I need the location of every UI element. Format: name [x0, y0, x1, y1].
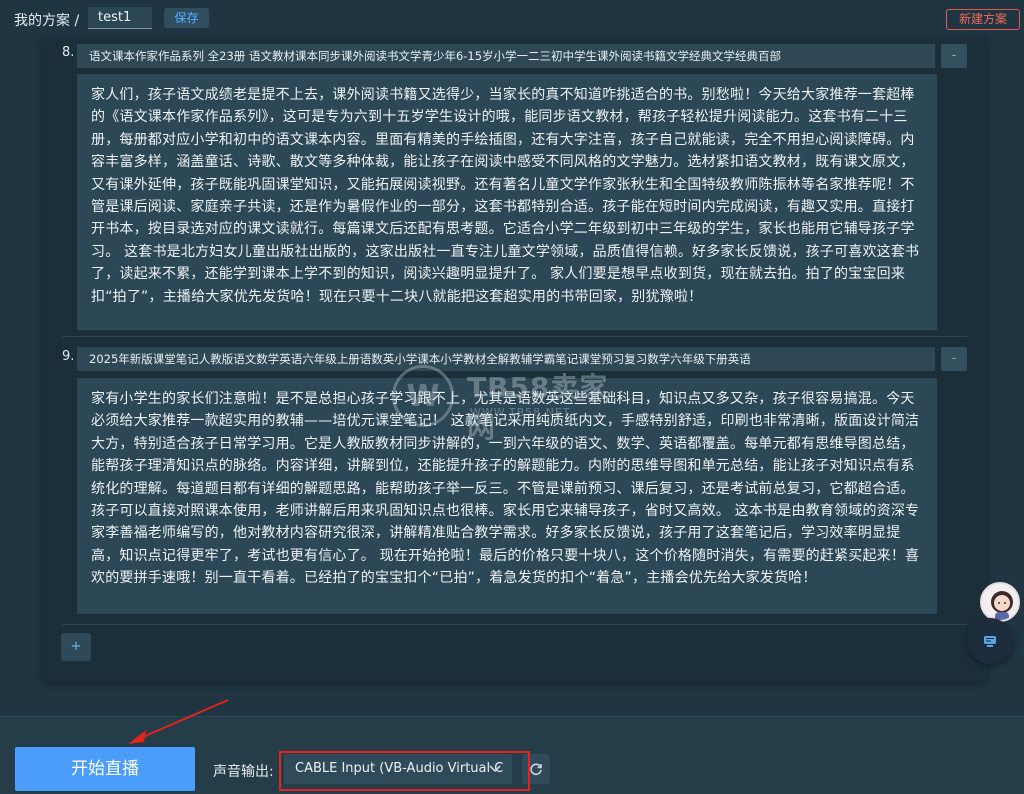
top-bar: 我的方案 / test1 保存 新建方案: [0, 0, 1024, 38]
refresh-icon: [530, 763, 542, 776]
item-divider: [62, 624, 967, 625]
product-title-input[interactable]: 语文课本作家作品系列 全23册 语文教材课本同步课外阅读书文学青少年6-15岁小…: [77, 44, 935, 68]
audio-output-select[interactable]: CABLE Input (VB-Audio Virtual C: [284, 754, 512, 784]
item-divider: [62, 336, 967, 337]
item-number: 9.: [62, 349, 75, 364]
save-button[interactable]: 保存: [164, 8, 209, 28]
remove-item-button[interactable]: -: [941, 44, 967, 68]
scheme-name-input[interactable]: test1: [88, 7, 152, 29]
item-number: 8.: [62, 45, 75, 60]
assistant-avatar[interactable]: [980, 582, 1020, 622]
chat-icon: [984, 636, 996, 647]
audio-output-value: CABLE Input (VB-Audio Virtual C: [295, 761, 504, 776]
refresh-audio-button[interactable]: [522, 754, 550, 784]
script-textarea[interactable]: 家人们，孩子语文成绩老是提不上去，课外阅读书籍又选得少，当家长的真不知道咋挑适合…: [77, 74, 937, 330]
breadcrumb: 我的方案 /: [14, 13, 80, 29]
start-live-button[interactable]: 开始直播: [15, 747, 195, 791]
script-list-panel: 8. 语文课本作家作品系列 全23册 语文教材课本同步课外阅读书文学青少年6-1…: [42, 38, 987, 682]
new-scheme-button[interactable]: 新建方案: [946, 9, 1020, 30]
chat-fab-button[interactable]: [967, 618, 1013, 664]
remove-item-button[interactable]: -: [941, 347, 967, 371]
add-item-button[interactable]: +: [61, 633, 91, 661]
audio-output-label: 声音输出:: [213, 764, 274, 780]
chevron-down-icon: [488, 754, 502, 784]
product-title-input[interactable]: 2025年新版课堂笔记人教版语文数学英语六年级上册语数英小学课本小学教材全解教辅…: [77, 347, 935, 371]
script-textarea[interactable]: 家有小学生的家长们注意啦！是不是总担心孩子学习跟不上，尤其是语数英这些基础科目，…: [77, 378, 937, 614]
bottom-control-bar: 开始直播 声音输出: CABLE Input (VB-Audio Virtual…: [0, 716, 1024, 794]
